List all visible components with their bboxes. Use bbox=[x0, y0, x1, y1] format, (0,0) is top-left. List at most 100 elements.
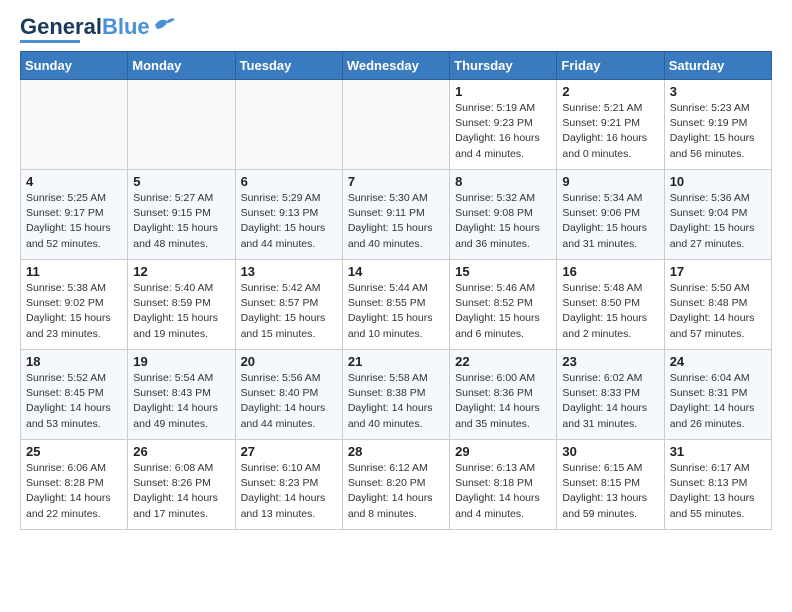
day-info: Sunrise: 5:32 AM Sunset: 9:08 PM Dayligh… bbox=[455, 191, 551, 252]
day-number: 16 bbox=[562, 264, 658, 279]
day-number: 23 bbox=[562, 354, 658, 369]
calendar-cell: 9Sunrise: 5:34 AM Sunset: 9:06 PM Daylig… bbox=[557, 170, 664, 260]
day-info: Sunrise: 5:52 AM Sunset: 8:45 PM Dayligh… bbox=[26, 371, 122, 432]
day-info: Sunrise: 6:10 AM Sunset: 8:23 PM Dayligh… bbox=[241, 461, 337, 522]
calendar-cell: 2 Sunrise: 5:21 AM Sunset: 9:21 PM Daylig… bbox=[557, 80, 664, 170]
day-info: Sunrise: 5:21 AM Sunset: 9:21 PM Dayligh… bbox=[562, 101, 658, 162]
day-info: Sunrise: 6:06 AM Sunset: 8:28 PM Dayligh… bbox=[26, 461, 122, 522]
calendar-cell bbox=[342, 80, 449, 170]
day-info: Sunrise: 5:44 AM Sunset: 8:55 PM Dayligh… bbox=[348, 281, 444, 342]
calendar-cell: 11 Sunrise: 5:38 AM Sunset: 9:02 PM Dayli… bbox=[21, 260, 128, 350]
logo-underline bbox=[20, 40, 80, 43]
calendar-cell: 19 Sunrise: 5:54 AM Sunset: 8:43 PM Dayli… bbox=[128, 350, 235, 440]
day-info: Sunrise: 6:15 AM Sunset: 8:15 PM Dayligh… bbox=[562, 461, 658, 522]
week-row-3: 11 Sunrise: 5:38 AM Sunset: 9:02 PM Dayli… bbox=[21, 260, 772, 350]
day-number: 15 bbox=[455, 264, 551, 279]
day-info: Sunrise: 5:42 AM Sunset: 8:57 PM Dayligh… bbox=[241, 281, 337, 342]
calendar-cell: 8 Sunrise: 5:32 AM Sunset: 9:08 PM Daylig… bbox=[450, 170, 557, 260]
day-number: 6 bbox=[241, 174, 337, 189]
weekday-header-wednesday: Wednesday bbox=[342, 52, 449, 80]
day-info: Sunrise: 5:48 AM Sunset: 8:50 PM Dayligh… bbox=[562, 281, 658, 342]
calendar-cell: 20Sunrise: 5:56 AM Sunset: 8:40 PM Dayli… bbox=[235, 350, 342, 440]
day-number: 19 bbox=[133, 354, 229, 369]
weekday-header-monday: Monday bbox=[128, 52, 235, 80]
week-row-4: 18Sunrise: 5:52 AM Sunset: 8:45 PM Dayli… bbox=[21, 350, 772, 440]
day-number: 8 bbox=[455, 174, 551, 189]
week-row-5: 25Sunrise: 6:06 AM Sunset: 8:28 PM Dayli… bbox=[21, 440, 772, 530]
day-number: 9 bbox=[562, 174, 658, 189]
day-number: 30 bbox=[562, 444, 658, 459]
calendar-cell: 10 Sunrise: 5:36 AM Sunset: 9:04 PM Dayli… bbox=[664, 170, 771, 260]
day-info: Sunrise: 6:12 AM Sunset: 8:20 PM Dayligh… bbox=[348, 461, 444, 522]
day-number: 2 bbox=[562, 84, 658, 99]
calendar-cell: 22Sunrise: 6:00 AM Sunset: 8:36 PM Dayli… bbox=[450, 350, 557, 440]
calendar-cell: 4 Sunrise: 5:25 AM Sunset: 9:17 PM Daylig… bbox=[21, 170, 128, 260]
day-info: Sunrise: 5:19 AM Sunset: 9:23 PM Dayligh… bbox=[455, 101, 551, 162]
day-info: Sunrise: 5:58 AM Sunset: 8:38 PM Dayligh… bbox=[348, 371, 444, 432]
day-number: 12 bbox=[133, 264, 229, 279]
weekday-header-friday: Friday bbox=[557, 52, 664, 80]
day-number: 3 bbox=[670, 84, 766, 99]
day-number: 4 bbox=[26, 174, 122, 189]
calendar-cell: 18Sunrise: 5:52 AM Sunset: 8:45 PM Dayli… bbox=[21, 350, 128, 440]
calendar-cell: 5Sunrise: 5:27 AM Sunset: 9:15 PM Daylig… bbox=[128, 170, 235, 260]
day-number: 28 bbox=[348, 444, 444, 459]
calendar-cell bbox=[235, 80, 342, 170]
day-info: Sunrise: 5:23 AM Sunset: 9:19 PM Dayligh… bbox=[670, 101, 766, 162]
day-number: 31 bbox=[670, 444, 766, 459]
day-info: Sunrise: 5:25 AM Sunset: 9:17 PM Dayligh… bbox=[26, 191, 122, 252]
calendar-cell: 31 Sunrise: 6:17 AM Sunset: 8:13 PM Dayli… bbox=[664, 440, 771, 530]
calendar-cell: 12Sunrise: 5:40 AM Sunset: 8:59 PM Dayli… bbox=[128, 260, 235, 350]
calendar-cell bbox=[128, 80, 235, 170]
calendar-cell: 28 Sunrise: 6:12 AM Sunset: 8:20 PM Dayli… bbox=[342, 440, 449, 530]
calendar-cell: 13 Sunrise: 5:42 AM Sunset: 8:57 PM Dayli… bbox=[235, 260, 342, 350]
day-number: 1 bbox=[455, 84, 551, 99]
calendar-cell: 16 Sunrise: 5:48 AM Sunset: 8:50 PM Dayli… bbox=[557, 260, 664, 350]
day-info: Sunrise: 6:04 AM Sunset: 8:31 PM Dayligh… bbox=[670, 371, 766, 432]
day-info: Sunrise: 6:17 AM Sunset: 8:13 PM Dayligh… bbox=[670, 461, 766, 522]
weekday-header-tuesday: Tuesday bbox=[235, 52, 342, 80]
day-info: Sunrise: 5:50 AM Sunset: 8:48 PM Dayligh… bbox=[670, 281, 766, 342]
day-number: 5 bbox=[133, 174, 229, 189]
day-info: Sunrise: 5:46 AM Sunset: 8:52 PM Dayligh… bbox=[455, 281, 551, 342]
day-info: Sunrise: 5:54 AM Sunset: 8:43 PM Dayligh… bbox=[133, 371, 229, 432]
calendar-cell: 1 Sunrise: 5:19 AM Sunset: 9:23 PM Daylig… bbox=[450, 80, 557, 170]
calendar-cell: 24 Sunrise: 6:04 AM Sunset: 8:31 PM Dayli… bbox=[664, 350, 771, 440]
week-row-1: 1 Sunrise: 5:19 AM Sunset: 9:23 PM Daylig… bbox=[21, 80, 772, 170]
week-row-2: 4 Sunrise: 5:25 AM Sunset: 9:17 PM Daylig… bbox=[21, 170, 772, 260]
day-number: 10 bbox=[670, 174, 766, 189]
day-info: Sunrise: 6:02 AM Sunset: 8:33 PM Dayligh… bbox=[562, 371, 658, 432]
weekday-header-saturday: Saturday bbox=[664, 52, 771, 80]
logo-text: GeneralBlue bbox=[20, 16, 150, 38]
calendar-cell: 26Sunrise: 6:08 AM Sunset: 8:26 PM Dayli… bbox=[128, 440, 235, 530]
day-number: 17 bbox=[670, 264, 766, 279]
calendar-cell: 25Sunrise: 6:06 AM Sunset: 8:28 PM Dayli… bbox=[21, 440, 128, 530]
day-number: 14 bbox=[348, 264, 444, 279]
day-number: 24 bbox=[670, 354, 766, 369]
weekday-header-thursday: Thursday bbox=[450, 52, 557, 80]
day-number: 13 bbox=[241, 264, 337, 279]
calendar-cell: 23 Sunrise: 6:02 AM Sunset: 8:33 PM Dayli… bbox=[557, 350, 664, 440]
day-number: 27 bbox=[241, 444, 337, 459]
calendar-cell: 14 Sunrise: 5:44 AM Sunset: 8:55 PM Dayli… bbox=[342, 260, 449, 350]
calendar-cell: 3 Sunrise: 5:23 AM Sunset: 9:19 PM Daylig… bbox=[664, 80, 771, 170]
calendar-cell: 6 Sunrise: 5:29 AM Sunset: 9:13 PM Daylig… bbox=[235, 170, 342, 260]
logo-bird-icon bbox=[153, 15, 175, 33]
day-number: 7 bbox=[348, 174, 444, 189]
calendar-cell bbox=[21, 80, 128, 170]
day-number: 29 bbox=[455, 444, 551, 459]
calendar-cell: 30 Sunrise: 6:15 AM Sunset: 8:15 PM Dayli… bbox=[557, 440, 664, 530]
day-number: 26 bbox=[133, 444, 229, 459]
day-info: Sunrise: 5:38 AM Sunset: 9:02 PM Dayligh… bbox=[26, 281, 122, 342]
calendar-cell: 17 Sunrise: 5:50 AM Sunset: 8:48 PM Dayli… bbox=[664, 260, 771, 350]
day-number: 20 bbox=[241, 354, 337, 369]
weekday-header-row: SundayMondayTuesdayWednesdayThursdayFrid… bbox=[21, 52, 772, 80]
calendar-cell: 29 Sunrise: 6:13 AM Sunset: 8:18 PM Dayli… bbox=[450, 440, 557, 530]
calendar-cell: 7 Sunrise: 5:30 AM Sunset: 9:11 PM Daylig… bbox=[342, 170, 449, 260]
page-header: GeneralBlue bbox=[20, 16, 772, 43]
day-info: Sunrise: 5:36 AM Sunset: 9:04 PM Dayligh… bbox=[670, 191, 766, 252]
day-number: 11 bbox=[26, 264, 122, 279]
day-info: Sunrise: 5:30 AM Sunset: 9:11 PM Dayligh… bbox=[348, 191, 444, 252]
day-info: Sunrise: 5:29 AM Sunset: 9:13 PM Dayligh… bbox=[241, 191, 337, 252]
day-info: Sunrise: 6:13 AM Sunset: 8:18 PM Dayligh… bbox=[455, 461, 551, 522]
